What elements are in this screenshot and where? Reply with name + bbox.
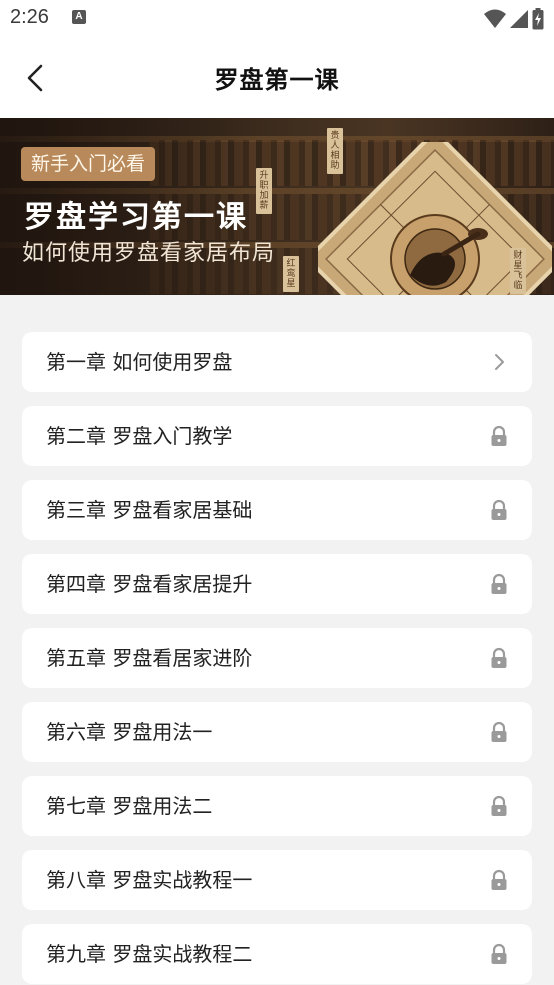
status-icons [484, 8, 544, 30]
chapter-label: 第五章 罗盘看居家进阶 [46, 646, 253, 670]
page-title: 罗盘第一课 [214, 66, 340, 94]
banner-plate: 升职加薪 [256, 168, 272, 214]
a-icon: A [72, 10, 86, 24]
chapter-list: 第一章 如何使用罗盘 第二章 罗盘入门教学 第三章 罗盘看家居基础 第四章 罗盘… [22, 332, 532, 985]
chapter-item-2[interactable]: 第二章 罗盘入门教学 [22, 406, 532, 466]
chapter-item-3[interactable]: 第三章 罗盘看家居基础 [22, 480, 532, 540]
cellular-signal-icon [510, 10, 528, 28]
chapter-item-1[interactable]: 第一章 如何使用罗盘 [22, 332, 532, 392]
banner-subtitle: 如何使用罗盘看家居布局 [22, 241, 276, 266]
lock-icon [491, 647, 507, 668]
chapter-item-8[interactable]: 第八章 罗盘实战教程一 [22, 850, 532, 910]
status-bar: 2:26 A [0, 0, 554, 38]
chapter-item-4[interactable]: 第四章 罗盘看家居提升 [22, 554, 532, 614]
chapter-label: 第七章 罗盘用法二 [46, 794, 213, 818]
lock-icon [491, 499, 507, 520]
status-time: 2:26 [10, 6, 49, 28]
chapter-item-6[interactable]: 第六章 罗盘用法一 [22, 702, 532, 762]
course-banner[interactable]: 贵人相助 升职加薪 红鸾星 财星飞临 新手入门必看 罗盘学习第一课 如何使用罗盘… [0, 118, 554, 295]
header-bar: 罗盘第一课 [0, 38, 554, 118]
chapter-label: 第九章 罗盘实战教程二 [46, 942, 253, 966]
chapter-item-5[interactable]: 第五章 罗盘看居家进阶 [22, 628, 532, 688]
lock-icon [491, 573, 507, 594]
chapter-label: 第二章 罗盘入门教学 [46, 424, 233, 448]
lock-icon [491, 869, 507, 890]
chevron-right-icon [495, 354, 504, 370]
lock-icon [491, 943, 507, 964]
banner-plate: 红鸾星 [283, 256, 299, 292]
chapter-item-9[interactable]: 第九章 罗盘实战教程二 [22, 924, 532, 984]
lock-icon [491, 721, 507, 742]
banner-plate: 财星飞临 [510, 248, 526, 294]
chapter-label: 第六章 罗盘用法一 [46, 720, 213, 744]
chapter-label: 第三章 罗盘看家居基础 [46, 498, 253, 522]
chapter-label: 第八章 罗盘实战教程一 [46, 868, 253, 892]
wifi-icon [484, 9, 506, 28]
banner-tag: 新手入门必看 [21, 147, 156, 181]
banner-title: 罗盘学习第一课 [24, 200, 248, 235]
lock-icon [491, 425, 507, 446]
banner-plate: 贵人相助 [327, 128, 343, 174]
chapter-label: 第一章 如何使用罗盘 [46, 350, 233, 374]
chapter-label: 第四章 罗盘看家居提升 [46, 572, 253, 596]
battery-icon [532, 8, 544, 30]
course-page: 2:26 A 罗盘第一课 贵人相助 升职加薪 红鸾星 财星飞临 新手入门必看 罗… [0, 0, 554, 985]
lock-icon [491, 795, 507, 816]
chapter-item-7[interactable]: 第七章 罗盘用法二 [22, 776, 532, 836]
